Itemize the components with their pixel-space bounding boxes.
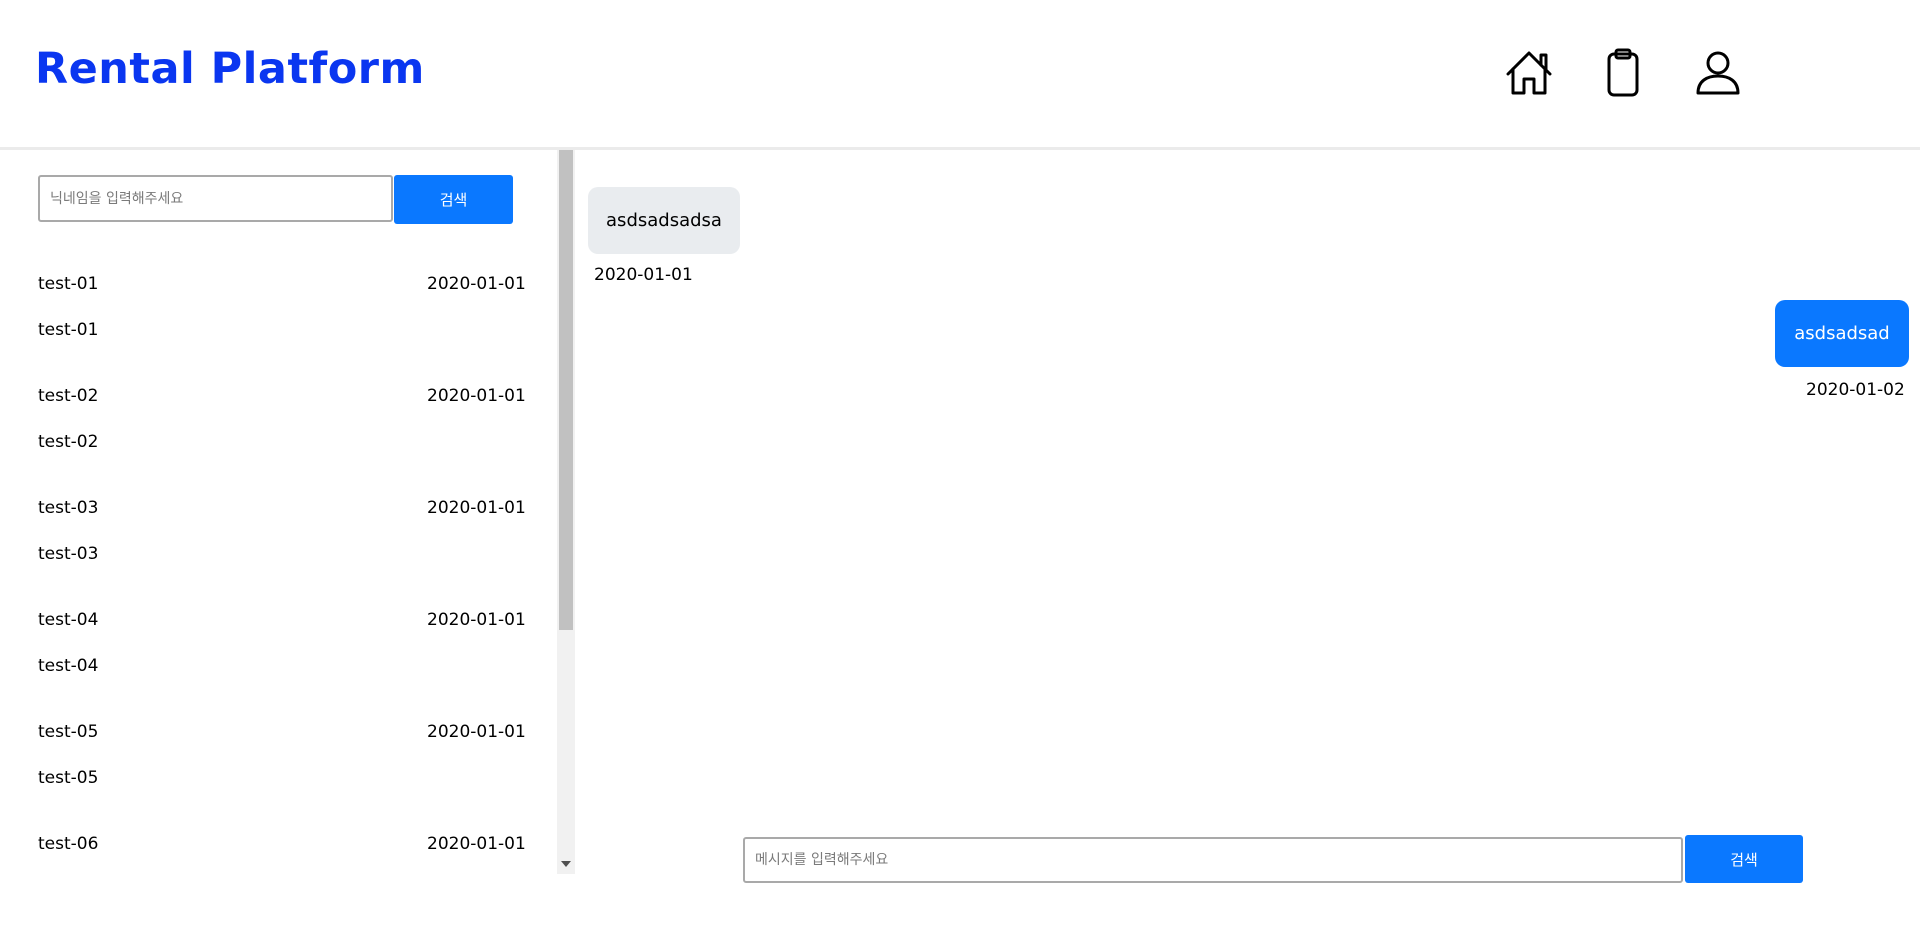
chat-list-scrollbar[interactable] — [557, 150, 575, 874]
chat-date: 2020-01-01 — [427, 274, 526, 294]
nickname-search-input[interactable] — [38, 175, 393, 222]
home-icon[interactable] — [1504, 48, 1554, 98]
sent-message-bubble: asdsadsad — [1775, 300, 1909, 367]
clipboard-icon[interactable] — [1598, 48, 1648, 98]
chat-partner-name: test-01 — [38, 274, 99, 294]
sent-message-time: 2020-01-02 — [1806, 380, 1905, 400]
message-input[interactable] — [743, 837, 1683, 883]
chat-date: 2020-01-01 — [427, 834, 526, 854]
chat-list-item[interactable]: test-01 2020-01-01 test-01 — [0, 257, 557, 369]
chat-last-message: test-05 — [38, 768, 99, 788]
app-logo[interactable]: Rental Platform — [35, 48, 425, 91]
chat-date: 2020-01-01 — [427, 610, 526, 630]
chat-date: 2020-01-01 — [427, 722, 526, 742]
chat-date: 2020-01-01 — [427, 386, 526, 406]
chat-partner-name: test-04 — [38, 610, 99, 630]
received-message-bubble: asdsadsadsa — [588, 187, 740, 254]
chat-partner-name: test-06 — [38, 834, 99, 854]
chat-list-item[interactable]: test-06 2020-01-01 — [0, 817, 557, 874]
conversation-panel: asdsadsadsa 2020-01-01 asdsadsad 2020-01… — [575, 150, 1920, 883]
chat-last-message: test-01 — [38, 320, 99, 340]
message-send-button[interactable]: 검색 — [1685, 835, 1803, 883]
chat-list: test-01 2020-01-01 test-01 test-02 2020-… — [0, 257, 557, 874]
chat-list-item[interactable]: test-05 2020-01-01 test-05 — [0, 705, 557, 817]
scrollbar-thumb[interactable] — [559, 150, 573, 630]
user-icon[interactable] — [1693, 48, 1743, 98]
chat-partner-name: test-05 — [38, 722, 99, 742]
chat-list-item[interactable]: test-04 2020-01-01 test-04 — [0, 593, 557, 705]
scroll-down-arrow-icon[interactable] — [561, 861, 571, 867]
chat-list-item[interactable]: test-03 2020-01-01 test-03 — [0, 481, 557, 593]
chat-list-item[interactable]: test-02 2020-01-01 test-02 — [0, 369, 557, 481]
chat-last-message: test-02 — [38, 432, 99, 452]
nickname-search-button[interactable]: 검색 — [394, 175, 513, 224]
received-message-time: 2020-01-01 — [594, 265, 693, 285]
chat-last-message: test-04 — [38, 656, 99, 676]
chat-partner-name: test-02 — [38, 386, 99, 406]
header: Rental Platform — [0, 0, 1920, 150]
chat-sidebar: 검색 test-01 2020-01-01 test-01 test-02 20… — [0, 150, 575, 874]
chat-partner-name: test-03 — [38, 498, 99, 518]
chat-date: 2020-01-01 — [427, 498, 526, 518]
chat-last-message: test-03 — [38, 544, 99, 564]
